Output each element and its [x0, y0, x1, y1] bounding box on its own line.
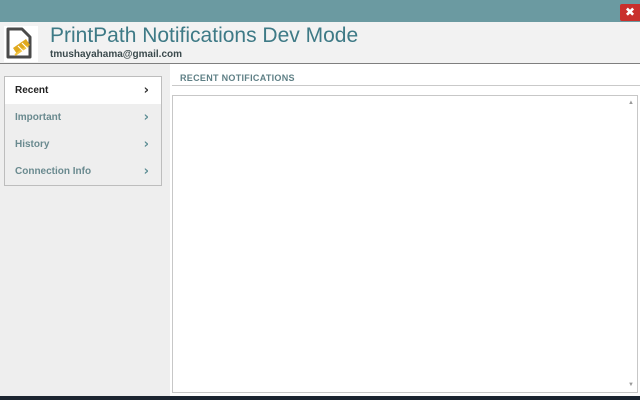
sidebar: Recent › Important › History › Connectio…	[0, 64, 170, 396]
sidebar-item-label: History	[15, 139, 50, 150]
section-title: RECENT NOTIFICATIONS	[180, 73, 295, 83]
sidebar-item-history[interactable]: History ›	[5, 131, 161, 158]
sidebar-item-recent[interactable]: Recent ›	[5, 77, 161, 104]
close-icon: ✖	[624, 5, 636, 19]
close-button[interactable]: ✖	[620, 4, 640, 21]
sidebar-item-important[interactable]: Important ›	[5, 104, 161, 131]
taskbar-strip	[0, 396, 640, 400]
user-email: tmushayahama@gmail.com	[50, 49, 183, 60]
scroll-down-icon[interactable]: ▼	[625, 380, 637, 390]
app-title: PrintPath Notifications Dev Mode	[50, 24, 359, 47]
chevron-right-icon: ›	[143, 164, 149, 179]
section-header: RECENT NOTIFICATIONS	[172, 72, 640, 86]
scroll-up-icon[interactable]: ▲	[625, 98, 637, 108]
chevron-right-icon: ›	[143, 110, 149, 125]
sidebar-item-label: Connection Info	[15, 166, 92, 177]
sidebar-item-label: Important	[15, 112, 62, 123]
app-header: PrintPath Notifications Dev Mode tmushay…	[0, 22, 640, 64]
window-titlebar: ✖	[0, 0, 640, 22]
notifications-panel[interactable]: ▲ ▼	[172, 95, 638, 393]
printpath-logo-icon	[4, 26, 38, 62]
chevron-right-icon: ›	[143, 137, 149, 152]
chevron-right-icon: ›	[143, 83, 149, 98]
sidebar-item-label: Recent	[15, 85, 49, 96]
sidebar-nav: Recent › Important › History › Connectio…	[4, 76, 162, 186]
vertical-scrollbar[interactable]: ▲ ▼	[625, 96, 637, 392]
sidebar-item-connection-info[interactable]: Connection Info ›	[5, 158, 161, 185]
